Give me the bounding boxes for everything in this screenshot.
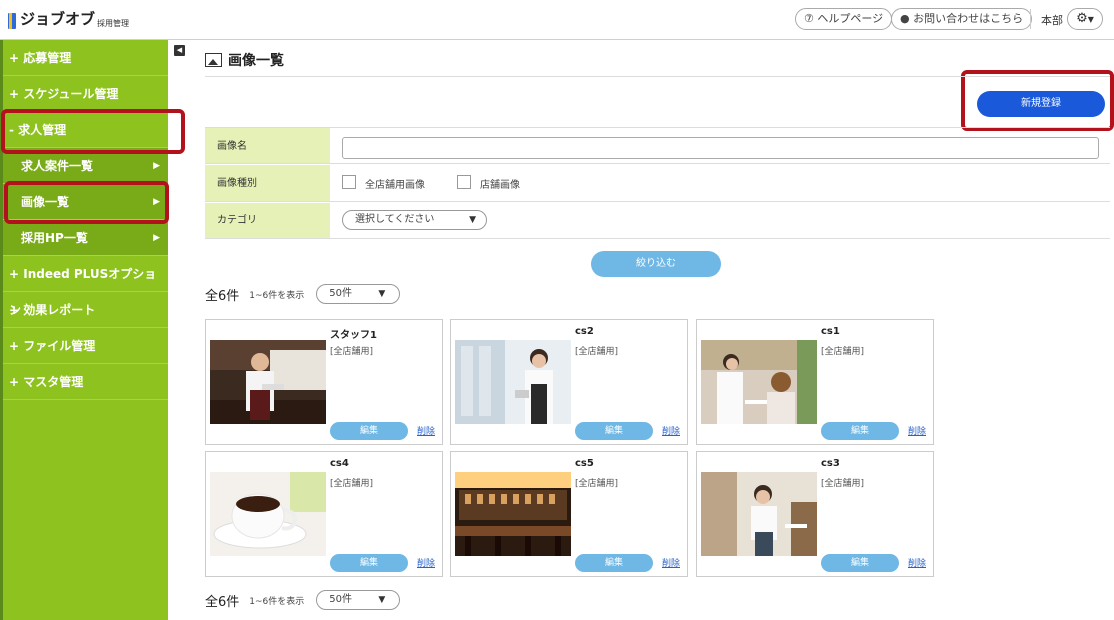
sidebar-collapse-button[interactable]: ◀ <box>174 45 185 56</box>
image-card: スタッフ1 [全店舗用] 編集 削除 <box>205 319 443 445</box>
per-page-value: 50件 <box>329 594 353 605</box>
image-title: cs4 <box>330 458 349 469</box>
image-type-tag: [全店舗用] <box>330 479 374 489</box>
edit-button[interactable]: 編集 <box>575 554 653 572</box>
help-link[interactable]: ⑦ ヘルプページ <box>795 8 893 30</box>
edit-button[interactable]: 編集 <box>330 422 408 440</box>
category-select[interactable]: 選択してください ▼ <box>342 210 487 230</box>
edit-button[interactable]: 編集 <box>821 422 899 440</box>
checkbox-store[interactable] <box>457 175 471 189</box>
image-title: cs5 <box>575 458 594 469</box>
image-card: cs3 [全店舗用] 編集 削除 <box>696 451 934 577</box>
logo-subtitle: 採用管理 <box>97 19 130 28</box>
image-thumbnail[interactable] <box>701 472 817 556</box>
image-type-tag: [全店舗用] <box>575 479 619 489</box>
edit-button[interactable]: 編集 <box>575 422 653 440</box>
chevron-right-icon: ▶ <box>153 233 160 243</box>
image-card: cs4 [全店舗用] 編集 削除 <box>205 451 443 577</box>
sidebar-item-label: 採用HP一覧 <box>21 231 88 245</box>
new-register-button[interactable]: 新規登録 <box>977 91 1105 117</box>
logo[interactable]: ジョブオブ 採用管理 <box>8 8 129 29</box>
filter-label-category: カテゴリ <box>205 203 330 238</box>
sidebar-item-applications[interactable]: + 応募管理 <box>3 40 168 76</box>
display-range: 1~6件を表示 <box>249 596 305 607</box>
total-count: 全6件 <box>205 288 240 304</box>
page-title: 画像一覧 <box>228 53 284 69</box>
per-page-select[interactable]: 50件 ▼ <box>316 284 401 304</box>
edit-button[interactable]: 編集 <box>821 554 899 572</box>
highlight-image-list <box>4 181 169 224</box>
chevron-down-icon: ▼ <box>378 289 386 299</box>
image-card: cs5 [全店舗用] 編集 削除 <box>450 451 688 577</box>
sidebar-item-master[interactable]: + マスタ管理 <box>3 364 168 400</box>
chevron-down-icon: ▼ <box>378 595 386 605</box>
image-thumbnail[interactable] <box>701 340 817 424</box>
gear-icon: ⚙ <box>1076 11 1088 26</box>
per-page-value: 50件 <box>329 288 353 299</box>
filter-row-type: 画像種別 全店舗用画像 店舗画像 <box>205 165 1110 202</box>
delete-link[interactable]: 削除 <box>662 556 680 569</box>
image-type-tag: [全店舗用] <box>821 347 865 357</box>
filter-row-category: カテゴリ 選択してください ▼ <box>205 203 1110 239</box>
sidebar-item-label: 求人案件一覧 <box>21 159 94 173</box>
image-type-tag: [全店舗用] <box>330 347 374 357</box>
image-thumbnail[interactable] <box>210 340 326 424</box>
chevron-down-icon: ▼ <box>469 215 476 225</box>
delete-link[interactable]: 削除 <box>417 556 435 569</box>
filter-label-name: 画像名 <box>205 128 330 163</box>
image-title: cs2 <box>575 326 594 337</box>
image-name-input[interactable] <box>342 137 1099 159</box>
chevron-down-icon: ▼ <box>1087 15 1094 24</box>
settings-menu-button[interactable]: ⚙▼ <box>1067 8 1103 30</box>
sidebar-item-label: + 応募管理 <box>9 51 72 65</box>
sidebar-item-label: + マスタ管理 <box>9 375 84 389</box>
checkbox-all-stores-label: 全店舗用画像 <box>365 180 425 191</box>
per-page-select[interactable]: 50件 ▼ <box>316 590 401 610</box>
image-thumbnail[interactable] <box>210 472 326 556</box>
page-heading: 画像一覧 <box>205 50 284 70</box>
filter-label-type: 画像種別 <box>205 165 330 201</box>
filter-row-name: 画像名 <box>205 127 1110 164</box>
branch-label: 本部 <box>1041 14 1063 27</box>
image-type-tag: [全店舗用] <box>821 479 865 489</box>
image-thumbnail[interactable] <box>455 472 571 556</box>
logo-icon <box>8 13 16 29</box>
sidebar-item-files[interactable]: + ファイル管理 <box>3 328 168 364</box>
total-count: 全6件 <box>205 594 240 610</box>
highlight-job-management <box>1 109 185 154</box>
header-divider <box>1030 9 1031 29</box>
edit-button[interactable]: 編集 <box>330 554 408 572</box>
logo-text: ジョブオブ <box>20 10 96 28</box>
delete-link[interactable]: 削除 <box>908 556 926 569</box>
image-card: cs1 [全店舗用] 編集 削除 <box>696 319 934 445</box>
delete-link[interactable]: 削除 <box>662 424 680 437</box>
image-icon <box>205 53 222 67</box>
sidebar-item-label: + ファイル管理 <box>9 339 96 353</box>
sidebar-item-label: + スケジュール管理 <box>9 87 119 101</box>
sidebar-item-recruit-hp[interactable]: 採用HP一覧 ▶ <box>3 220 168 256</box>
image-title: cs1 <box>821 326 840 337</box>
result-summary-top: 全6件 1~6件を表示 50件 ▼ <box>205 283 401 305</box>
filter-submit-button[interactable]: 絞り込む <box>591 251 721 277</box>
top-bar: ジョブオブ 採用管理 ⑦ ヘルプページ ● お問い合わせはこちら 本部 ⚙▼ <box>0 0 1114 40</box>
image-thumbnail[interactable] <box>455 340 571 424</box>
contact-link[interactable]: ● お問い合わせはこちら <box>891 8 1033 30</box>
display-range: 1~6件を表示 <box>249 290 305 301</box>
delete-link[interactable]: 削除 <box>908 424 926 437</box>
image-title: cs3 <box>821 458 840 469</box>
category-select-value: 選択してください <box>355 214 435 225</box>
checkbox-store-label: 店舗画像 <box>480 180 520 191</box>
sidebar-item-reports[interactable]: + 効果レポート <box>3 292 168 328</box>
delete-link[interactable]: 削除 <box>417 424 435 437</box>
checkbox-all-stores[interactable] <box>342 175 356 189</box>
title-divider <box>205 76 1110 77</box>
sidebar-item-label: + 効果レポート <box>9 303 96 317</box>
sidebar-item-indeed-plus[interactable]: + Indeed PLUSオプション <box>3 256 168 317</box>
result-summary-bottom: 全6件 1~6件を表示 50件 ▼ <box>205 589 401 611</box>
image-title: スタッフ1 <box>330 330 377 341</box>
image-card: cs2 [全店舗用] 編集 削除 <box>450 319 688 445</box>
image-type-tag: [全店舗用] <box>575 347 619 357</box>
sidebar-item-schedule[interactable]: + スケジュール管理 <box>3 76 168 112</box>
